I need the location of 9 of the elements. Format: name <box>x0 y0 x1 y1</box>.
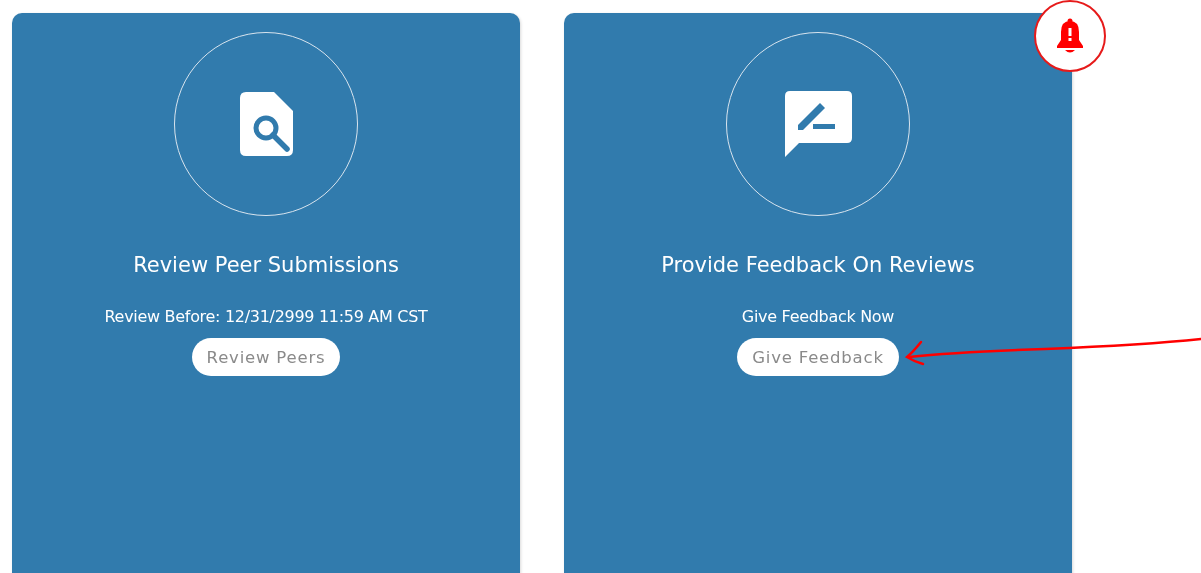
card-title: Review Peer Submissions <box>133 253 399 277</box>
card-subtitle: Review Before: 12/31/2999 11:59 AM CST <box>104 307 428 326</box>
document-search-icon <box>239 92 293 156</box>
card-title: Provide Feedback On Reviews <box>661 253 975 277</box>
action-button[interactable]: Give Feedback <box>737 338 899 376</box>
comment-edit-icon <box>784 91 852 157</box>
bell-icon <box>1056 18 1084 54</box>
action-button[interactable]: Review Peers <box>191 338 341 376</box>
card-subtitle: Give Feedback Now <box>741 307 895 326</box>
